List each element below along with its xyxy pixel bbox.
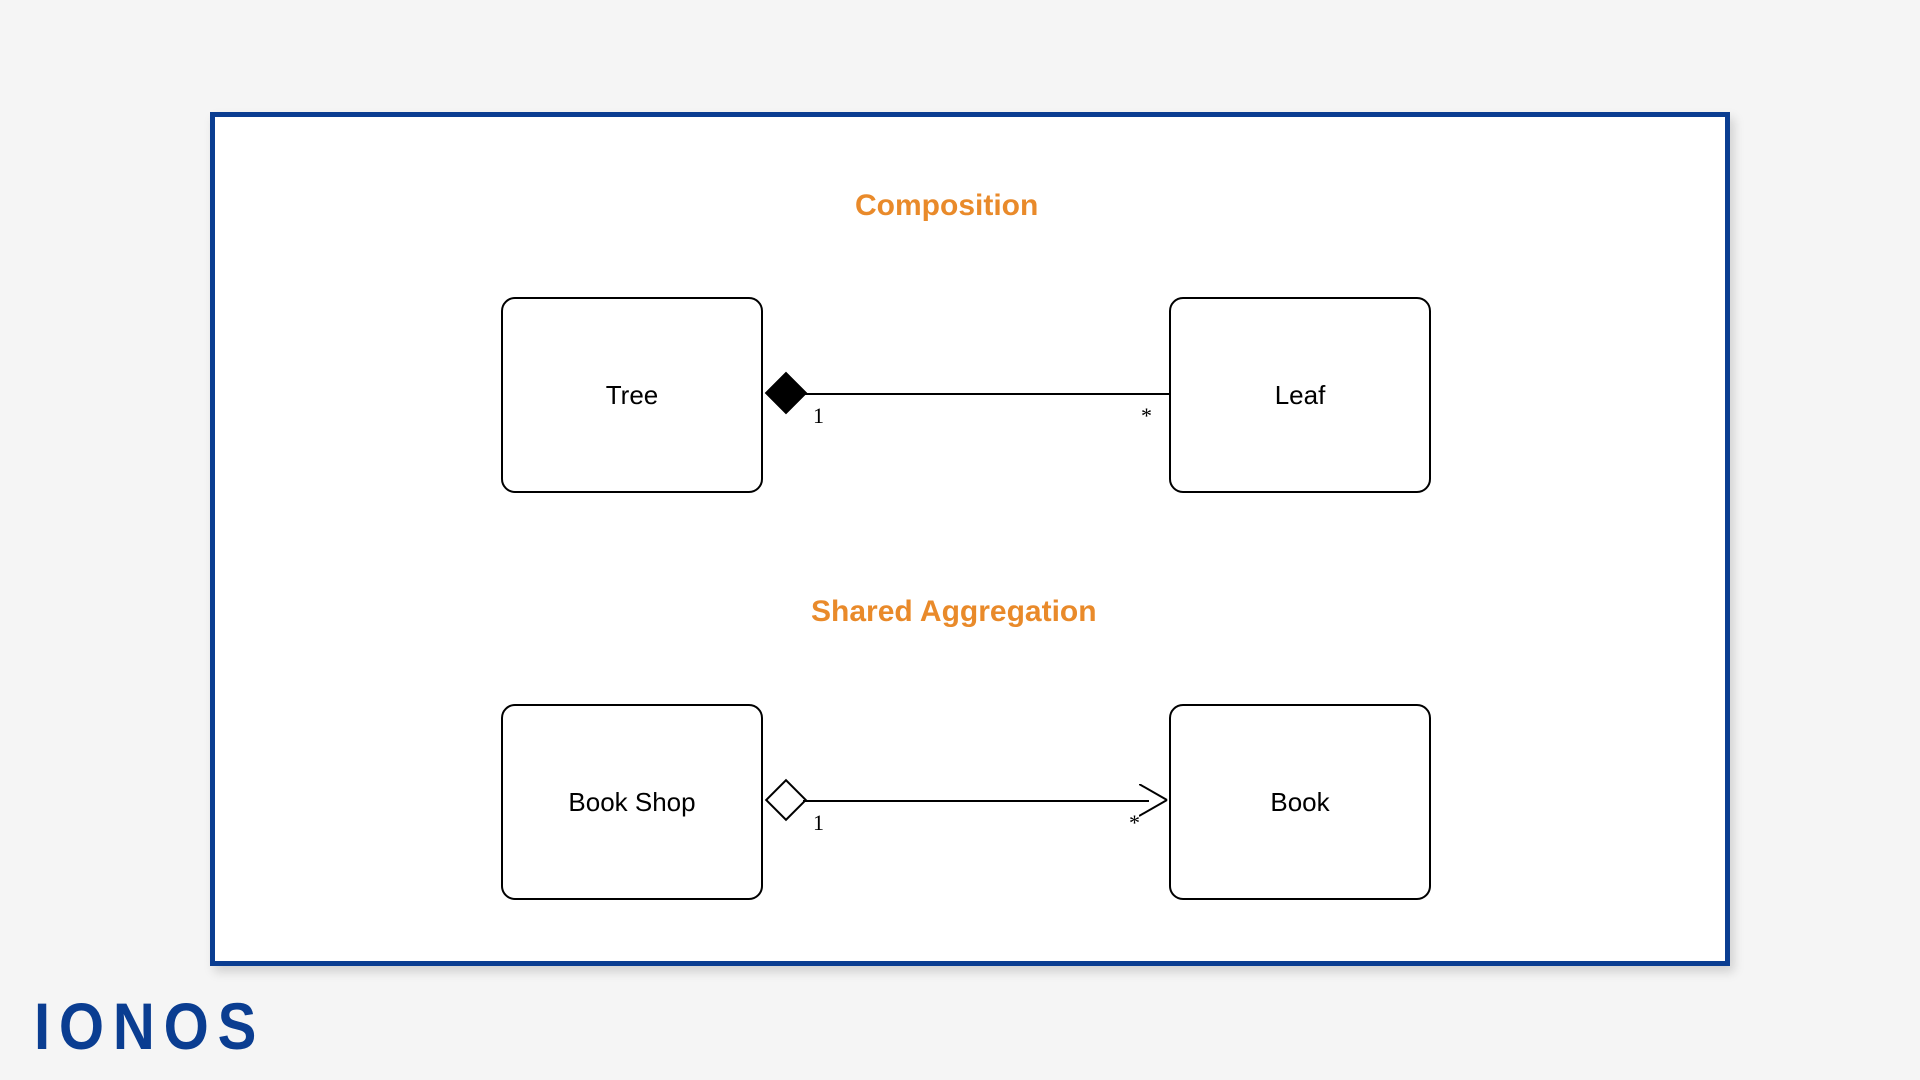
classbox-book: Book [1169,704,1431,900]
classbox-leaf: Leaf [1169,297,1431,493]
composition-right-multiplicity: * [1141,403,1152,429]
stage: Composition Tree Leaf 1 * Shared Aggrega… [0,0,1920,1080]
composition-left-multiplicity: 1 [813,403,824,429]
composition-diamond-icon [765,372,807,414]
classbox-leaf-label: Leaf [1275,380,1326,411]
classbox-bookshop: Book Shop [501,704,763,900]
arrowhead-icon [1139,784,1173,818]
classbox-book-label: Book [1270,787,1329,818]
heading-aggregation: Shared Aggregation [811,595,1097,629]
composition-connector [803,393,1169,395]
aggregation-right-multiplicity: * [1129,810,1140,836]
aggregation-left-multiplicity: 1 [813,810,824,836]
heading-composition: Composition [855,189,1038,223]
classbox-bookshop-label: Book Shop [568,787,695,818]
brand-logo: IONOS [34,988,265,1064]
aggregation-connector [803,800,1149,802]
classbox-tree-label: Tree [606,380,659,411]
diagram-frame: Composition Tree Leaf 1 * Shared Aggrega… [210,112,1730,966]
classbox-tree: Tree [501,297,763,493]
aggregation-diamond-icon [765,779,807,821]
